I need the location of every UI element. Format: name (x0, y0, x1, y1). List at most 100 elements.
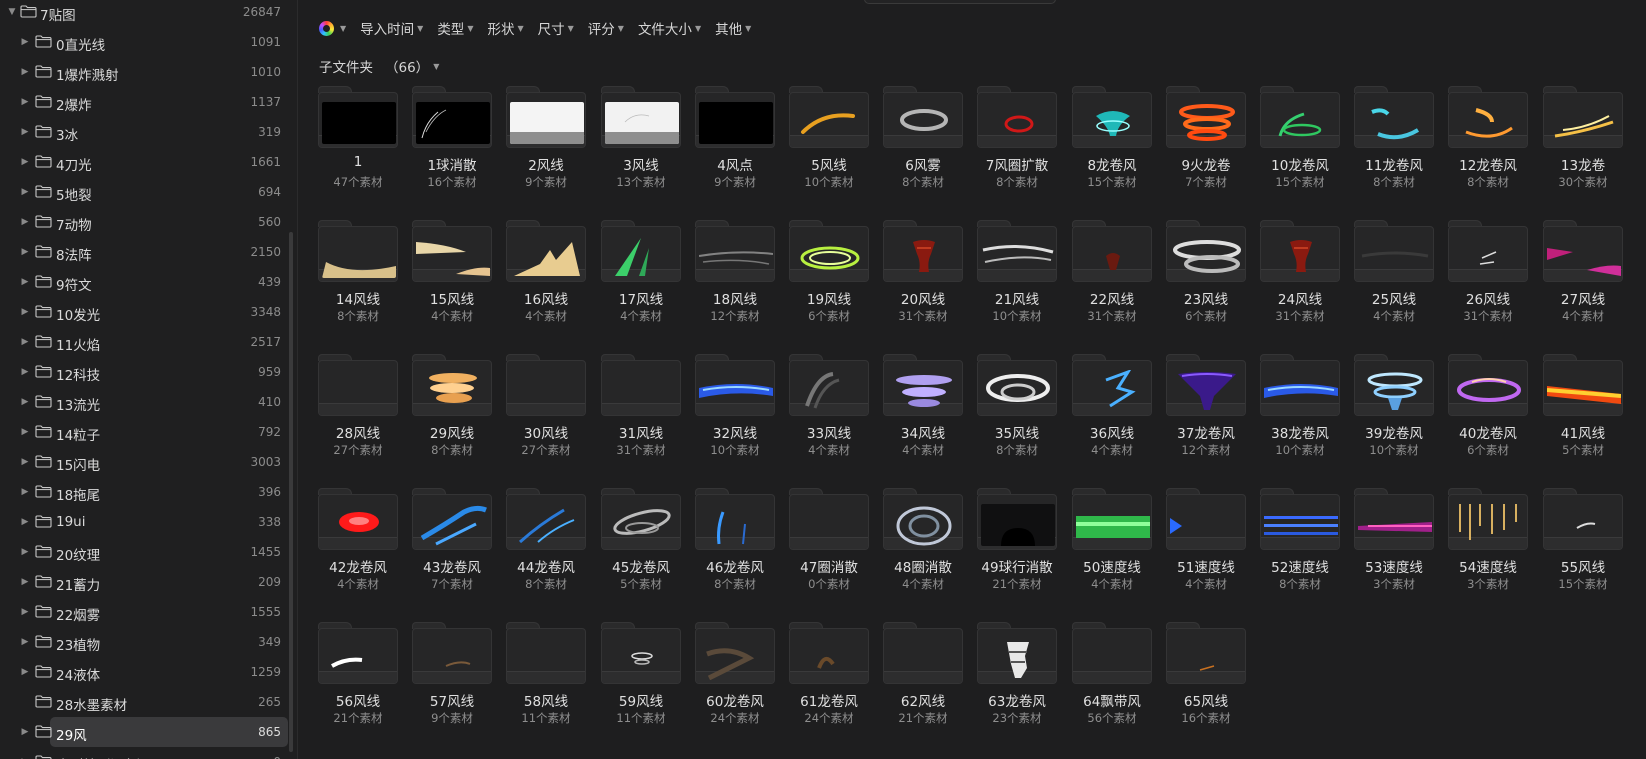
folder-thumbnail[interactable] (1260, 488, 1340, 550)
folder-card[interactable]: 37龙卷风 12个素材 (1166, 354, 1246, 478)
folder-card[interactable]: 53速度线 3个素材 (1354, 488, 1434, 612)
folder-card[interactable]: 60龙卷风 24个素材 (695, 622, 775, 746)
folder-card[interactable]: 49球行消散 21个素材 (977, 488, 1057, 612)
folder-thumbnail[interactable] (1543, 220, 1623, 282)
folder-thumbnail[interactable] (1166, 354, 1246, 416)
chevron-right-icon[interactable]: ▶ (20, 247, 30, 257)
folder-card[interactable]: 39龙卷风 10个素材 (1354, 354, 1434, 478)
folder-thumbnail[interactable] (506, 488, 586, 550)
chevron-right-icon[interactable]: ▶ (20, 397, 30, 407)
folder-card[interactable]: 3风线 13个素材 (601, 86, 681, 210)
folder-thumbnail[interactable] (412, 354, 492, 416)
folder-thumbnail[interactable] (318, 220, 398, 282)
chevron-right-icon[interactable]: ▶ (20, 127, 30, 137)
sidebar-item[interactable]: ▶ 7动物 560 (0, 207, 288, 237)
sidebar-item[interactable]: ▶ 4刀光 1661 (0, 147, 288, 177)
chevron-right-icon[interactable]: ▶ (20, 37, 30, 47)
folder-card[interactable]: 40龙卷风 6个素材 (1448, 354, 1528, 478)
chevron-right-icon[interactable]: ▶ (20, 217, 30, 227)
folder-thumbnail[interactable] (601, 86, 681, 148)
folder-thumbnail[interactable] (883, 354, 963, 416)
chevron-right-icon[interactable]: ▶ (20, 277, 30, 287)
folder-thumbnail[interactable] (1072, 86, 1152, 148)
chevron-right-icon[interactable]: ▶ (20, 577, 30, 587)
sidebar-item[interactable]: ▶ 23植物 349 (0, 627, 288, 657)
folder-thumbnail[interactable] (1448, 86, 1528, 148)
folder-card[interactable]: 18风线 12个素材 (695, 220, 775, 344)
folder-card[interactable]: 26风线 31个素材 (1448, 220, 1528, 344)
chevron-right-icon[interactable]: ▶ (20, 607, 30, 617)
folder-card[interactable]: 59风线 11个素材 (601, 622, 681, 746)
sidebar-item[interactable]: ▶ 2爆炸 1137 (0, 87, 288, 117)
folder-card[interactable]: 64飘带风 56个素材 (1072, 622, 1152, 746)
sidebar-item[interactable]: ▶ 14粒子 792 (0, 417, 288, 447)
folder-thumbnail[interactable] (789, 622, 869, 684)
chevron-right-icon[interactable]: ▶ (20, 547, 30, 557)
chevron-right-icon[interactable]: ▶ (20, 637, 30, 647)
folder-card[interactable]: 55风线 15个素材 (1543, 488, 1623, 612)
folder-card[interactable]: 35风线 8个素材 (977, 354, 1057, 478)
folder-thumbnail[interactable] (1166, 622, 1246, 684)
folder-card[interactable]: 30风线 27个素材 (506, 354, 586, 478)
folder-thumbnail[interactable] (789, 354, 869, 416)
sidebar-scrollbar[interactable] (289, 232, 293, 752)
folder-card[interactable]: 58风线 11个素材 (506, 622, 586, 746)
folder-thumbnail[interactable] (1072, 488, 1152, 550)
folder-thumbnail[interactable] (883, 488, 963, 550)
sidebar-item[interactable]: ▼ 7贴图 26847 (0, 0, 288, 27)
folder-thumbnail[interactable] (883, 86, 963, 148)
folder-card[interactable]: 1 47个素材 (318, 86, 398, 210)
sidebar-item[interactable]: ▶ 19ui 338 (0, 507, 288, 537)
folder-thumbnail[interactable] (506, 86, 586, 148)
folder-card[interactable]: 54速度线 3个素材 (1448, 488, 1528, 612)
folder-thumbnail[interactable] (695, 220, 775, 282)
sidebar-item[interactable]: ▶序列帧（调色）0 (0, 747, 288, 759)
chevron-right-icon[interactable]: ▶ (20, 157, 30, 167)
folder-card[interactable]: 48圈消散 4个素材 (883, 488, 963, 612)
folder-card[interactable]: 16风线 4个素材 (506, 220, 586, 344)
folder-card[interactable]: 28风线 27个素材 (318, 354, 398, 478)
folder-thumbnail[interactable] (601, 220, 681, 282)
chevron-right-icon[interactable]: ▶ (20, 727, 30, 737)
folder-card[interactable]: 20风线 31个素材 (883, 220, 963, 344)
filter-dropdown[interactable]: 尺寸 ▼ (538, 18, 574, 38)
folder-card[interactable]: 34风线 4个素材 (883, 354, 963, 478)
folder-thumbnail[interactable] (506, 220, 586, 282)
folder-card[interactable]: 43龙卷风 7个素材 (412, 488, 492, 612)
sidebar-item[interactable]: ▶ 10发光 3348 (0, 297, 288, 327)
folder-thumbnail[interactable] (1166, 220, 1246, 282)
folder-card[interactable]: 6风雾 8个素材 (883, 86, 963, 210)
sidebar-item[interactable]: ▶ 15闪电 3003 (0, 447, 288, 477)
sidebar-item[interactable]: ▶ 12科技 959 (0, 357, 288, 387)
folder-card[interactable]: 51速度线 4个素材 (1166, 488, 1246, 612)
sidebar-item[interactable]: ▶ 1爆炸溅射 1010 (0, 57, 288, 87)
folder-thumbnail[interactable] (1354, 488, 1434, 550)
folder-card[interactable]: 1球消散 16个素材 (412, 86, 492, 210)
search-box-edge[interactable] (864, 0, 1056, 4)
folder-card[interactable]: 44龙卷风 8个素材 (506, 488, 586, 612)
chevron-right-icon[interactable]: ▶ (20, 307, 30, 317)
folder-thumbnail[interactable] (977, 86, 1057, 148)
folder-thumbnail[interactable] (695, 86, 775, 148)
folder-thumbnail[interactable] (506, 354, 586, 416)
sidebar-item[interactable]: ▶ 3冰 319 (0, 117, 288, 147)
folder-thumbnail[interactable] (1448, 354, 1528, 416)
chevron-right-icon[interactable]: ▶ (20, 427, 30, 437)
chevron-right-icon[interactable]: ▶ (20, 187, 30, 197)
folder-thumbnail[interactable] (601, 354, 681, 416)
folder-card[interactable]: 36风线 4个素材 (1072, 354, 1152, 478)
folder-thumbnail[interactable] (412, 220, 492, 282)
sidebar-item[interactable]: ▶ 18拖尾 396 (0, 477, 288, 507)
filter-dropdown[interactable]: 导入时间 ▼ (360, 18, 423, 38)
folder-card[interactable]: 9火龙卷 7个素材 (1166, 86, 1246, 210)
folder-thumbnail[interactable] (318, 86, 398, 148)
folder-card[interactable]: 42龙卷风 4个素材 (318, 488, 398, 612)
folder-thumbnail[interactable] (1543, 86, 1623, 148)
folder-thumbnail[interactable] (883, 220, 963, 282)
chevron-right-icon[interactable]: ▶ (20, 67, 30, 77)
sidebar-item[interactable]: ▶ 11火焰 2517 (0, 327, 288, 357)
folder-thumbnail[interactable] (1072, 622, 1152, 684)
folder-card[interactable]: 4风点 9个素材 (695, 86, 775, 210)
folder-card[interactable]: 22风线 31个素材 (1072, 220, 1152, 344)
folder-card[interactable]: 7风圈扩散 8个素材 (977, 86, 1057, 210)
